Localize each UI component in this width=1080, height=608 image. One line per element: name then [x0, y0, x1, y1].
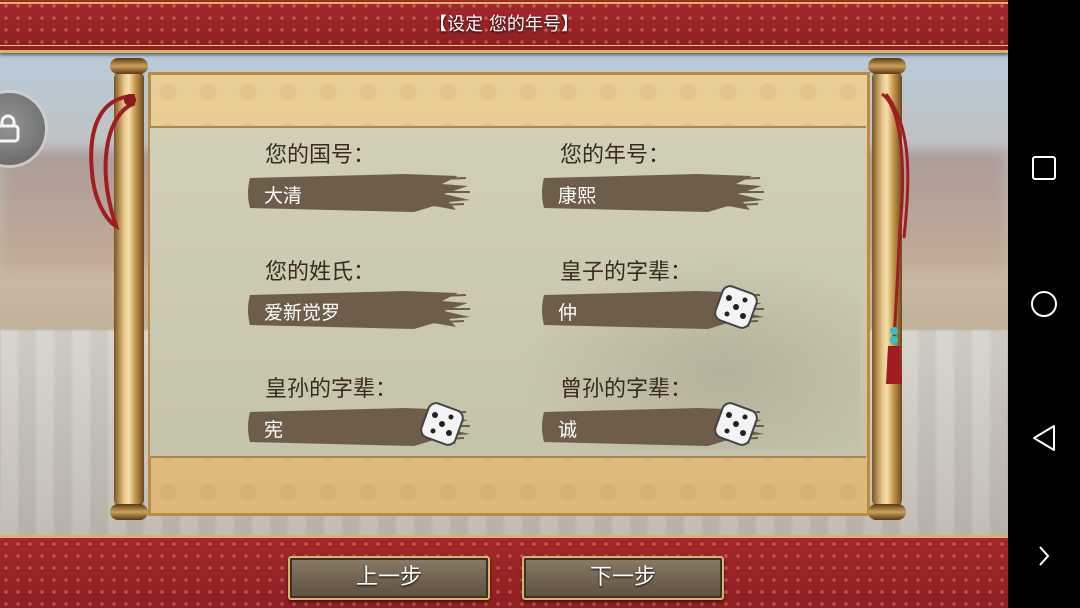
field-label: 您的国号：: [265, 143, 376, 168]
top-banner: 【设定 您的年号】: [0, 0, 1008, 53]
dice-icon[interactable]: [420, 402, 464, 446]
triangle-back-icon: [1033, 425, 1055, 451]
field-label: 皇孙的字辈：: [265, 377, 398, 402]
field-value: 大清: [264, 185, 303, 207]
field-label: 曾孙的字辈：: [560, 377, 693, 402]
dice-icon[interactable]: [714, 402, 758, 446]
game-screen: 【设定 您的年号】 您的国号： 大清 您的年号： 康熙您的姓氏： 爱新觉罗 皇子的字辈： 仲…: [0, 0, 1008, 608]
home-button[interactable]: [1024, 284, 1064, 324]
field-input[interactable]: 爱新觉罗: [244, 289, 472, 331]
field-label: 您的姓氏：: [265, 260, 376, 285]
tassel-left: [89, 93, 136, 230]
field-value: 爱新觉罗: [264, 302, 341, 324]
bottom-banner: 上一步 下一步: [0, 535, 1008, 608]
circle-icon: [1031, 291, 1057, 317]
field-input[interactable]: 康熙: [538, 172, 766, 214]
back-button[interactable]: [1024, 418, 1064, 458]
expand-button[interactable]: [1024, 536, 1064, 576]
square-icon: [1032, 156, 1056, 180]
previous-step-button[interactable]: 上一步: [288, 556, 490, 600]
android-nav-bar: [1008, 0, 1080, 608]
field-input[interactable]: 大清: [244, 172, 472, 214]
lock-icon: [0, 114, 20, 143]
next-step-button[interactable]: 下一步: [522, 556, 724, 600]
field-label: 皇子的字辈：: [560, 260, 693, 285]
field-value: 宪: [264, 419, 284, 441]
tassel-right: [881, 92, 910, 384]
chevron-right-icon: [1039, 546, 1050, 566]
dice-icon[interactable]: [714, 285, 758, 329]
field-value: 康熙: [558, 185, 597, 207]
field-label: 您的年号：: [560, 143, 671, 168]
field-value: 诚: [558, 419, 578, 441]
field-value: 仲: [558, 302, 578, 324]
recent-apps-button[interactable]: [1024, 148, 1064, 188]
page-title: 【设定 您的年号】: [429, 14, 579, 35]
